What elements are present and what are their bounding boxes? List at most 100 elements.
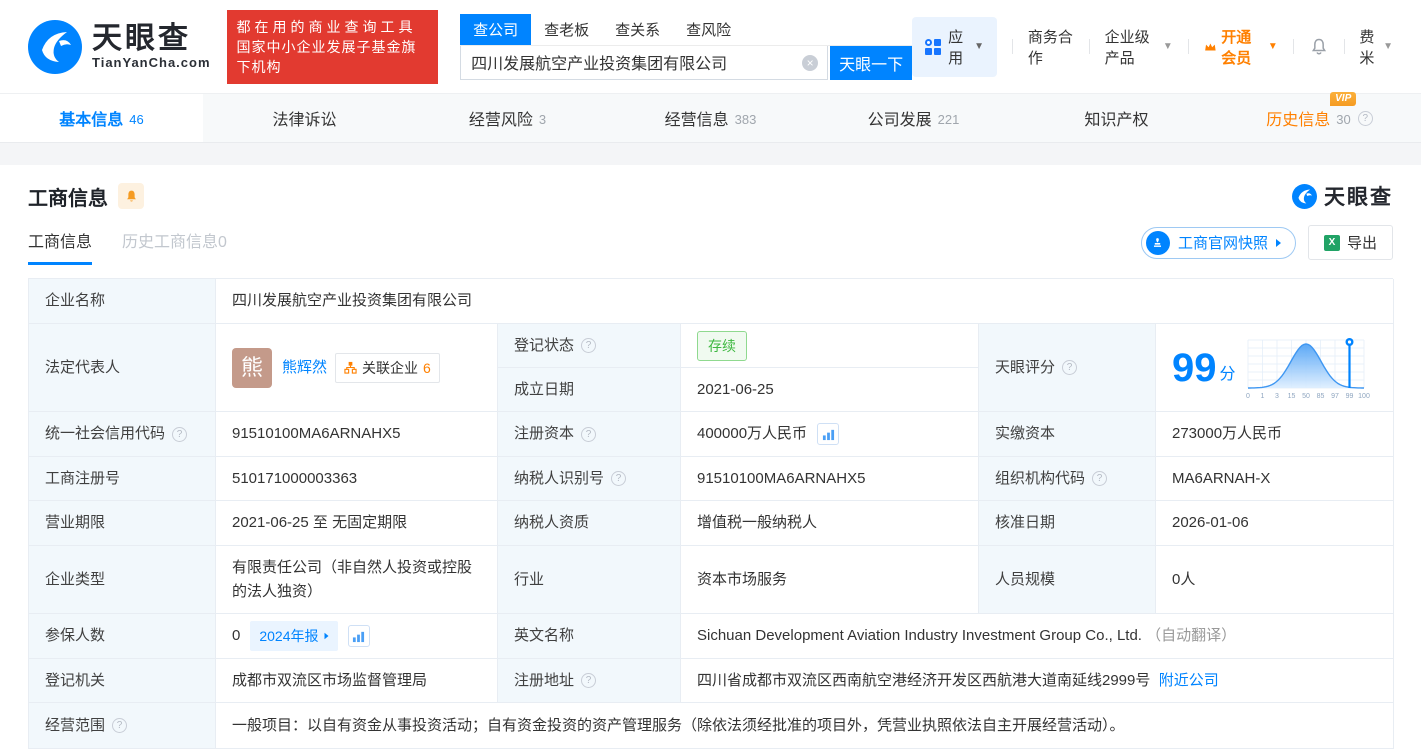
field-value-score: 99 分 0 1 3 15 50 85 97 99 100 [1156, 324, 1394, 412]
clear-icon[interactable]: × [802, 54, 819, 71]
divider [1187, 39, 1189, 54]
field-value-registry: 成都市双流区市场监督管理局 [216, 659, 498, 703]
menu-item-enterprise[interactable]: 企业级产品 ▼ [1105, 26, 1173, 68]
subscribe-bell-icon[interactable] [118, 183, 144, 209]
search-button[interactable]: 天眼一下 [830, 45, 913, 80]
field-label-insured: 参保人数 [29, 614, 216, 659]
tab-4[interactable]: 公司发展 221 [812, 94, 1015, 142]
field-label-paid-capital: 实缴资本 [979, 412, 1156, 457]
svg-text:97: 97 [1331, 393, 1339, 400]
tab-label: 知识产权 [1084, 112, 1149, 129]
search-tab-3[interactable]: 查风险 [673, 14, 744, 45]
help-icon[interactable]: ? [1062, 360, 1078, 375]
insured-trend-icon[interactable] [347, 625, 370, 647]
field-label-scope: 经营范围? [29, 703, 216, 749]
brand-domain: TianYanCha.com [92, 55, 211, 70]
tianyancha-logo[interactable]: 天眼查 TianYanCha.com [28, 19, 211, 74]
tab-label: 基本信息 [59, 112, 124, 129]
related-companies-chip[interactable]: 关联企业 6 [335, 352, 440, 383]
score-distribution-chart: 0 1 3 15 50 85 97 99 100 [1246, 337, 1370, 400]
field-label-taxpayer-quality: 纳税人资质 [498, 501, 681, 546]
help-icon[interactable]: ? [581, 426, 597, 442]
annual-report-chip[interactable]: 2024年报 [250, 621, 338, 651]
search-tab-0[interactable]: 查公司 [460, 13, 532, 45]
field-label-legal-rep: 法定代表人 [29, 324, 216, 412]
tab-0[interactable]: 基本信息 46 [0, 94, 203, 142]
help-icon[interactable]: ? [611, 471, 627, 486]
nearby-companies-link[interactable]: 附近公司 [1159, 669, 1219, 693]
legal-rep-avatar[interactable]: 熊 [232, 347, 272, 388]
top-menu: 应用 ▼ 商务合作 企业级产品 ▼ 开通会员 ▼ 费米 ▼ [912, 16, 1393, 77]
official-snapshot-button[interactable]: 工商官网快照 [1140, 226, 1296, 259]
tianyancha-small-icon [1292, 183, 1317, 209]
auto-translate-note: （自动翻译） [1146, 627, 1237, 644]
tab-1[interactable]: 法律诉讼 [203, 94, 406, 142]
help-icon[interactable]: ? [581, 673, 597, 688]
field-value-scope: 一般项目：以自有资金从事投资活动；自有资金投资的资产管理服务（除依法须经批准的项… [216, 703, 1394, 749]
svg-text:3: 3 [1275, 393, 1279, 400]
field-label-staff-size: 人员规模 [979, 546, 1156, 614]
svg-text:50: 50 [1302, 393, 1310, 400]
svg-text:100: 100 [1358, 393, 1370, 400]
apps-menu[interactable]: 应用 ▼ [912, 16, 998, 77]
search-input[interactable] [460, 45, 829, 80]
field-value-reg-status: 存续 [681, 324, 979, 368]
svg-text:1: 1 [1260, 393, 1264, 400]
field-label-credit-code: 统一社会信用代码? [29, 412, 216, 457]
field-label-registry: 登记机关 [29, 659, 216, 703]
field-label-reg-status: 登记状态? [498, 324, 681, 368]
field-value-english-name: Sichuan Development Aviation Industry In… [681, 614, 1394, 659]
tab-6[interactable]: 历史信息 VIP 30? [1218, 92, 1421, 142]
field-label-term: 营业期限 [29, 501, 216, 546]
help-icon[interactable]: ? [1092, 471, 1108, 486]
svg-text:99: 99 [1345, 393, 1353, 400]
chevron-down-icon: ▼ [1162, 41, 1173, 52]
search-tab-2[interactable]: 查关系 [602, 14, 673, 45]
export-button[interactable]: X 导出 [1307, 225, 1393, 260]
field-value-credit-code: 91510100MA6ARNAHX5 [216, 412, 498, 457]
help-icon[interactable]: ? [1357, 110, 1373, 126]
divider [1012, 39, 1013, 54]
divider [1088, 39, 1090, 54]
field-value-reg-capital: 400000万人民币 [681, 412, 979, 457]
help-icon[interactable]: ? [581, 338, 597, 353]
top-header: 天眼查 TianYanCha.com 都在用的商业查询工具 国家中小企业发展子基… [0, 0, 1421, 93]
field-value-legal-rep: 熊 熊辉然 关联企业 6 [216, 324, 498, 412]
capital-trend-icon[interactable] [817, 423, 840, 445]
field-value-company-name: 四川发展航空产业投资集团有限公司 [216, 279, 1394, 324]
field-label-reg-capital: 注册资本? [498, 412, 681, 457]
tab-count: 30 [1336, 111, 1351, 127]
svg-text:85: 85 [1316, 393, 1324, 400]
search-tab-1[interactable]: 查老板 [531, 14, 602, 45]
arrow-right-icon [1275, 238, 1281, 247]
score-number: 99 [1172, 345, 1217, 390]
org-network-icon [344, 361, 357, 374]
legal-rep-name-link[interactable]: 熊辉然 [282, 356, 327, 380]
tab-label: 经营信息 [664, 112, 729, 129]
user-menu[interactable]: 费米 ▼ [1359, 26, 1393, 68]
arrow-right-icon [324, 632, 328, 640]
chevron-down-icon: ▼ [974, 41, 985, 52]
tab-2[interactable]: 经营风险 3 [406, 94, 609, 142]
field-value-establish-date: 2021-06-25 [681, 368, 979, 412]
notification-bell-icon[interactable] [1309, 37, 1329, 57]
divider [1343, 39, 1345, 54]
field-label-address: 注册地址? [498, 659, 681, 703]
svg-text:0: 0 [1246, 393, 1250, 400]
field-label-taxpayer-id: 纳税人识别号? [498, 457, 681, 501]
excel-icon: X [1323, 234, 1340, 251]
section-title: 工商信息 [28, 187, 108, 210]
help-icon[interactable]: ? [112, 718, 128, 733]
tab-5[interactable]: 知识产权 [1015, 94, 1218, 142]
subtab-history-business-info[interactable]: 历史工商信息0 [122, 228, 227, 265]
field-label-establish-date: 成立日期 [498, 368, 681, 412]
tab-3[interactable]: 经营信息 383 [609, 94, 812, 142]
help-icon[interactable]: ? [172, 426, 188, 442]
menu-item-vip[interactable]: 开通会员 ▼ [1204, 26, 1278, 68]
field-value-insured: 0 2024年报 [216, 614, 498, 659]
subtab-business-info[interactable]: 工商信息 [28, 228, 93, 265]
divider [1292, 39, 1294, 54]
watermark-logo: 天眼查 [1292, 181, 1393, 211]
company-nav-tabs: 基本信息 46 法律诉讼 经营风险 3 经营信息 383 公司发展 221 知识产权 历史信息 VIP… [0, 92, 1421, 143]
menu-item-cooperation[interactable]: 商务合作 [1028, 26, 1074, 68]
